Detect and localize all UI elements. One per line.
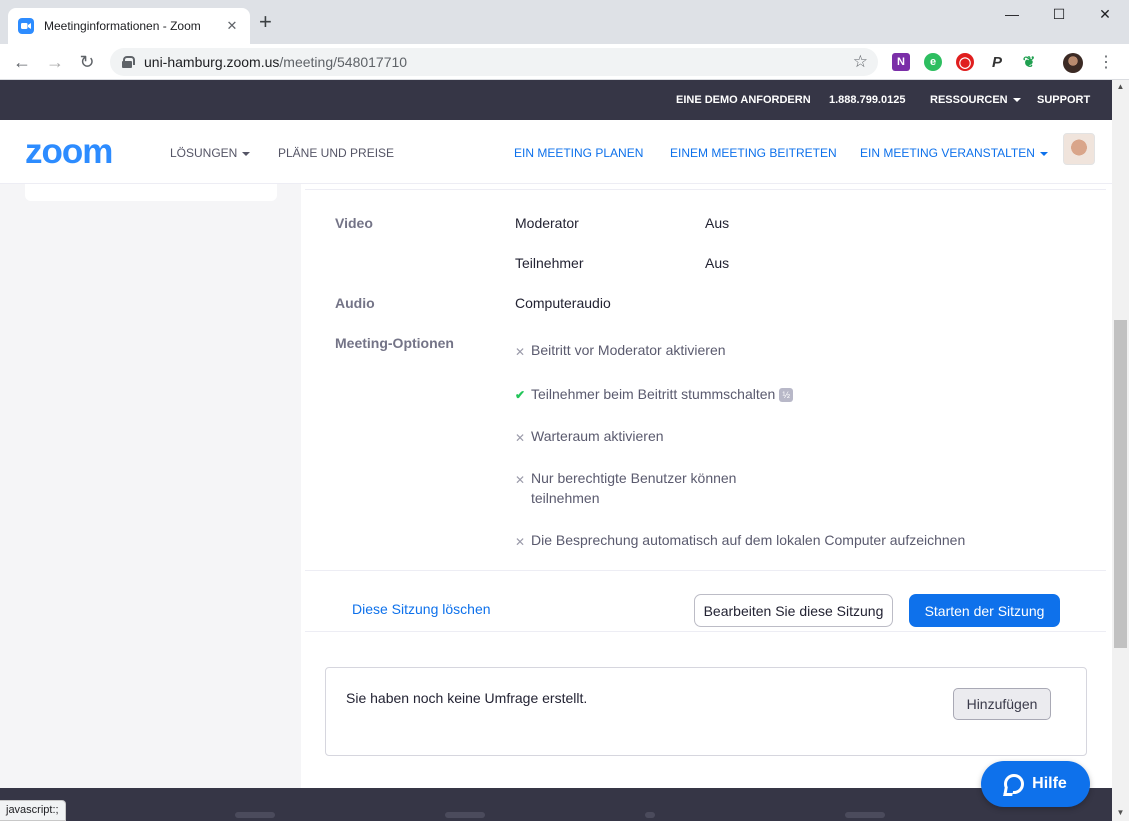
browser-tab-bar: Meetinginformationen - Zoom ✕ + — ☐ ✕: [0, 0, 1129, 44]
tab-title: Meetinginformationen - Zoom: [44, 19, 201, 33]
divider: [305, 189, 1106, 190]
zoom-favicon-icon: [18, 18, 34, 34]
minimize-button[interactable]: —: [997, 6, 1027, 22]
option-auto-record: Die Besprechung automatisch auf dem loka…: [531, 532, 966, 548]
add-poll-button[interactable]: Hinzufügen: [953, 688, 1051, 720]
option-mute-text: Teilnehmer beim Beitritt stummschalten: [531, 386, 776, 402]
support-link[interactable]: SUPPORT: [1037, 94, 1090, 106]
meeting-options-label: Meeting-Optionen: [335, 335, 454, 351]
help-label: Hilfe: [1032, 775, 1067, 792]
audio-value: Computeraudio: [515, 295, 611, 311]
no-poll-text: Sie haben noch keine Umfrage erstellt.: [346, 690, 588, 706]
start-meeting-button[interactable]: Starten der Sitzung: [909, 594, 1060, 627]
host-video-value: Aus: [705, 215, 730, 231]
audio-label: Audio: [335, 295, 375, 311]
chat-bubble-icon: [1004, 774, 1025, 794]
option-mute-participants: Teilnehmer beim Beitritt stummschalten ½: [531, 384, 794, 404]
forward-button[interactable]: →: [44, 51, 66, 73]
poll-card: Sie haben noch keine Umfrage erstellt. H…: [325, 667, 1087, 756]
scroll-up-icon[interactable]: ▲: [1115, 82, 1126, 91]
delete-meeting-link[interactable]: Diese Sitzung löschen: [352, 601, 491, 617]
new-tab-button[interactable]: +: [259, 11, 272, 33]
join-meeting-link[interactable]: EINEM MEETING BEITRETEN: [670, 146, 837, 160]
host-meeting-menu[interactable]: EIN MEETING VERANSTALTEN: [860, 146, 1048, 160]
disabled-x-icon: ✕: [515, 473, 526, 487]
maximize-button[interactable]: ☐: [1044, 6, 1074, 23]
address-bar[interactable]: uni-hamburg.zoom.us/meeting/548017710 ☆: [110, 48, 878, 76]
option-authenticated-users: Nur berechtigte Benutzer können: [531, 470, 737, 486]
close-window-button[interactable]: ✕: [1090, 6, 1120, 23]
lock-icon: [122, 56, 135, 68]
participant-video-label: Teilnehmer: [515, 255, 584, 271]
solutions-label: LÖSUNGEN: [170, 146, 238, 160]
leaf-icon[interactable]: ❦: [1020, 53, 1038, 71]
divider: [305, 570, 1106, 571]
schedule-meeting-link[interactable]: EIN MEETING PLANEN: [514, 146, 643, 160]
browser-menu-icon[interactable]: ⋮: [1098, 52, 1114, 72]
url-path: /meeting/548017710: [279, 54, 408, 70]
browser-tab[interactable]: Meetinginformationen - Zoom ✕: [8, 8, 250, 44]
onenote-icon[interactable]: N: [892, 53, 910, 71]
chevron-down-icon: [1012, 98, 1021, 103]
chevron-down-icon: [242, 151, 251, 156]
info-badge-icon[interactable]: ½: [779, 388, 794, 403]
adblock-icon[interactable]: ◯: [956, 53, 974, 71]
participant-video-value: Aus: [705, 255, 730, 271]
edit-meeting-button[interactable]: Bearbeiten Sie diese Sitzung: [694, 594, 893, 627]
host-meeting-label: EIN MEETING VERANSTALTEN: [860, 146, 1035, 160]
footer-heading: [645, 812, 655, 818]
browser-toolbar: ← → ↻ uni-hamburg.zoom.us/meeting/548017…: [0, 44, 1129, 80]
footer-heading: [235, 812, 275, 818]
status-bar-url: javascript:;: [0, 800, 66, 821]
zoom-utility-bar: EINE DEMO ANFORDERN 1.888.799.0125 RESSO…: [0, 80, 1112, 120]
reload-button[interactable]: ↻: [76, 51, 98, 73]
evernote-icon[interactable]: e: [924, 53, 942, 71]
option-join-before-host: Beitritt vor Moderator aktivieren: [531, 342, 726, 358]
chevron-down-icon: [1039, 151, 1048, 156]
option-authenticated-users-line2: teilnehmen: [531, 490, 600, 506]
disabled-x-icon: ✕: [515, 431, 526, 445]
phone-link[interactable]: 1.888.799.0125: [829, 94, 905, 106]
option-waiting-room: Warteraum aktivieren: [531, 428, 664, 444]
host-video-label: Moderator: [515, 215, 579, 231]
request-demo-link[interactable]: EINE DEMO ANFORDERN: [676, 94, 811, 106]
divider: [305, 631, 1106, 632]
zoom-nav: zoom LÖSUNGEN PLÄNE UND PREISE EIN MEETI…: [0, 120, 1112, 184]
footer-heading: [845, 812, 885, 818]
resources-label: RESSOURCEN: [930, 94, 1008, 106]
browser-profile-avatar[interactable]: [1063, 53, 1083, 73]
user-avatar[interactable]: [1063, 133, 1095, 165]
enabled-check-icon: ✔: [515, 388, 526, 402]
help-button[interactable]: Hilfe: [981, 761, 1090, 807]
page-scrollbar[interactable]: ▲ ▼: [1112, 80, 1129, 821]
back-button[interactable]: ←: [11, 51, 33, 73]
scroll-thumb[interactable]: [1114, 320, 1127, 648]
disabled-x-icon: ✕: [515, 345, 526, 359]
tab-close-icon[interactable]: ✕: [224, 18, 240, 34]
url-host: uni-hamburg.zoom.us: [144, 54, 280, 70]
zoom-logo[interactable]: zoom: [25, 134, 113, 169]
plans-link[interactable]: PLÄNE UND PREISE: [278, 146, 394, 160]
video-label: Video: [335, 215, 373, 231]
resources-menu[interactable]: RESSOURCEN: [930, 94, 1021, 106]
paypal-icon[interactable]: P: [988, 53, 1006, 71]
scroll-down-icon[interactable]: ▼: [1115, 808, 1126, 817]
footer-heading: [445, 812, 485, 818]
sidebar-card: [25, 184, 277, 201]
disabled-x-icon: ✕: [515, 535, 526, 549]
solutions-menu[interactable]: LÖSUNGEN: [170, 146, 251, 160]
footer: [0, 788, 1112, 821]
bookmark-star-icon[interactable]: ☆: [853, 52, 868, 72]
